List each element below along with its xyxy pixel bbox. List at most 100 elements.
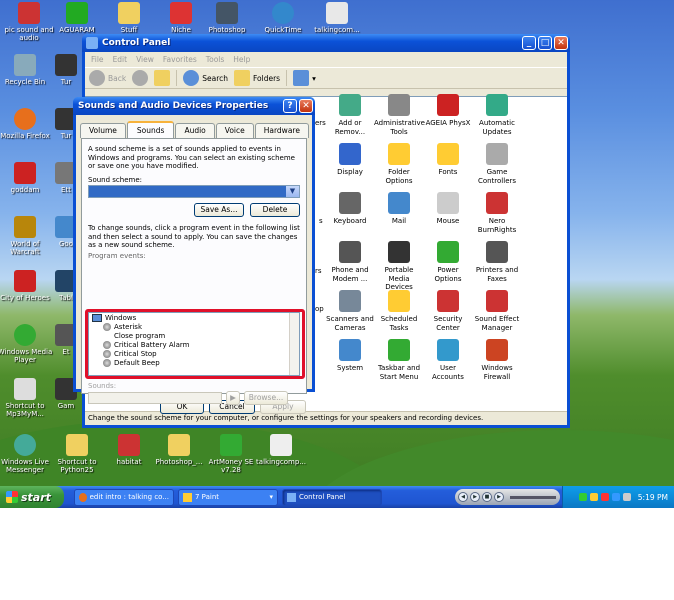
cp-item-sound-effect-manager[interactable]: Sound Effect Manager — [472, 290, 522, 332]
cp-item-printers-and-faxes[interactable]: Printers and Faxes — [472, 241, 522, 283]
task-firefox[interactable]: edit intro : talking co... — [74, 488, 174, 506]
desktop-icon-photoshop-2[interactable]: Photoshop_... — [150, 434, 208, 466]
cp-item-label: Mail — [391, 217, 407, 225]
menu-tools[interactable]: Tools — [206, 55, 224, 64]
desktop-icon-aguaram[interactable]: AGUARAM — [48, 2, 106, 34]
cp-item-scanners-and-cameras[interactable]: Scanners and Cameras — [325, 290, 375, 332]
cp-item-label: Nero BurnRights — [477, 217, 517, 234]
tray-icon[interactable] — [611, 493, 620, 501]
cp-item-automatic-updates[interactable]: Automatic Updates — [472, 94, 522, 136]
tray-icon[interactable] — [589, 493, 598, 501]
play-button[interactable]: ▶ — [226, 391, 240, 405]
cp-item-security-center[interactable]: Security Center — [423, 290, 473, 332]
dialog-titlebar[interactable]: Sounds and Audio Devices Properties ? ✕ — [73, 97, 315, 115]
chevron-down-icon[interactable]: ▼ — [286, 186, 299, 197]
desktop-icon-tur[interactable]: Tur — [46, 54, 86, 86]
menu-help[interactable]: Help — [233, 55, 250, 64]
menu-view[interactable]: View — [136, 55, 154, 64]
tab-sounds[interactable]: Sounds — [126, 121, 175, 138]
menu-file[interactable]: File — [91, 55, 104, 64]
play-icon[interactable]: ▶ — [470, 492, 480, 502]
document-icon — [326, 2, 348, 24]
tab-voice[interactable]: Voice — [215, 123, 254, 138]
desktop-icon-wlm[interactable]: Windows Live Messenger — [0, 434, 54, 474]
cp-item-label: Security Center — [433, 315, 463, 332]
sound-file-select[interactable] — [88, 392, 222, 404]
next-icon[interactable]: ▶ — [494, 492, 504, 502]
dialog-close-button[interactable]: ✕ — [299, 99, 313, 113]
desktop-icon-talkingcom[interactable]: talkingcom... — [308, 2, 366, 34]
cp-item-windows-firewall[interactable]: Windows Firewall — [472, 339, 522, 381]
save-as-button[interactable]: Save As... — [194, 203, 244, 217]
views-button[interactable]: ▾ — [293, 70, 316, 86]
browse-button[interactable]: Browse... — [244, 391, 288, 405]
events-label: Program events: — [88, 251, 146, 260]
up-folder-button[interactable] — [154, 70, 171, 86]
cp-item-taskbar-and-start-menu[interactable]: Taskbar and Start Menu — [374, 339, 424, 381]
control-panel-icon — [86, 37, 98, 49]
money-icon — [220, 434, 242, 456]
task-paint[interactable]: 7 Paint ▾ — [178, 488, 278, 506]
views-grid-icon — [293, 70, 310, 86]
search-button[interactable]: Search — [183, 70, 228, 86]
desktop-icon-photoshop[interactable]: Photoshop — [198, 2, 256, 34]
cp-item-display[interactable]: Display — [325, 143, 375, 177]
cp-item-ageia-physx[interactable]: AGEIA PhysX — [423, 94, 473, 128]
cp-item-user-accounts[interactable]: User Accounts — [423, 339, 473, 381]
desktop-icon-stuff[interactable]: Stuff — [100, 2, 158, 34]
folders-button[interactable]: Folders — [234, 70, 280, 86]
cp-item-mouse[interactable]: Mouse — [423, 192, 473, 226]
clock[interactable]: 5:19 PM — [638, 493, 668, 502]
back-button[interactable]: Back — [89, 70, 126, 86]
desktop-icon-talkingcomp[interactable]: talkingcomp... — [252, 434, 310, 466]
cp-item-game-controllers[interactable]: Game Controllers — [472, 143, 522, 185]
stop-icon[interactable]: ■ — [482, 492, 492, 502]
headphones-icon — [66, 2, 88, 24]
cp-item-mail[interactable]: Mail — [374, 192, 424, 226]
folder-icon — [118, 2, 140, 24]
task-control-panel[interactable]: Control Panel — [282, 488, 382, 506]
tab-hardware[interactable]: Hardware — [254, 123, 309, 138]
tray-icon[interactable] — [600, 493, 609, 501]
help-button[interactable]: ? — [283, 99, 297, 113]
cp-item-phone-and-modem[interactable]: Phone and Modem ... — [325, 241, 375, 283]
prev-icon[interactable]: ◀ — [458, 492, 468, 502]
cp-item-keyboard[interactable]: Keyboard — [325, 192, 375, 226]
tray-icon[interactable] — [578, 493, 587, 501]
control-panel-titlebar[interactable]: Control Panel _ □ ✕ — [82, 34, 570, 52]
cp-item-scheduled-tasks[interactable]: Scheduled Tasks — [374, 290, 424, 332]
minimize-button[interactable]: _ — [522, 36, 536, 50]
seek-bar[interactable] — [510, 495, 556, 499]
desktop-icon-quicktime[interactable]: QuickTime — [254, 2, 312, 34]
start-button[interactable]: start — [0, 486, 64, 508]
windows-logo-icon — [6, 491, 18, 503]
desktop-icon-python[interactable]: Shortcut to Python25 — [48, 434, 106, 474]
maximize-button[interactable]: □ — [538, 36, 552, 50]
tab-audio[interactable]: Audio — [175, 123, 215, 138]
menu-edit[interactable]: Edit — [113, 55, 128, 64]
cp-item-fonts[interactable]: Fonts — [423, 143, 473, 177]
folder-icon — [168, 434, 190, 456]
close-button[interactable]: ✕ — [554, 36, 568, 50]
dialog-title: Sounds and Audio Devices Properties — [78, 101, 269, 111]
delete-button[interactable]: Delete — [250, 203, 300, 217]
menu-favorites[interactable]: Favorites — [163, 55, 197, 64]
cp-item-folder-options[interactable]: Folder Options — [374, 143, 424, 185]
cp-item-nero-burnrights[interactable]: Nero BurnRights — [472, 192, 522, 234]
cp-item-portable-media-devices[interactable]: Portable Media Devices — [374, 241, 424, 292]
cp-item-power-options[interactable]: Power Options — [423, 241, 473, 283]
highlight-box — [85, 309, 305, 379]
cp-item-administrative-tools[interactable]: Administrative Tools — [374, 94, 425, 136]
speaker-icon[interactable] — [622, 493, 631, 501]
nero-icon — [486, 192, 508, 214]
sound-scheme-select[interactable]: ▼ — [88, 185, 300, 198]
cp-item-label: Folder Options — [385, 168, 413, 185]
cp-item-label: Scanners and Cameras — [326, 315, 374, 332]
update-icon — [486, 94, 508, 116]
forward-button[interactable] — [132, 70, 149, 86]
cp-item-system[interactable]: System — [325, 339, 375, 373]
cp-item-label: Administrative Tools — [374, 119, 425, 136]
gamepad-icon — [486, 143, 508, 165]
cp-item-add-or-remov[interactable]: Add or Remov... — [325, 94, 375, 136]
tab-volume[interactable]: Volume — [80, 123, 126, 138]
